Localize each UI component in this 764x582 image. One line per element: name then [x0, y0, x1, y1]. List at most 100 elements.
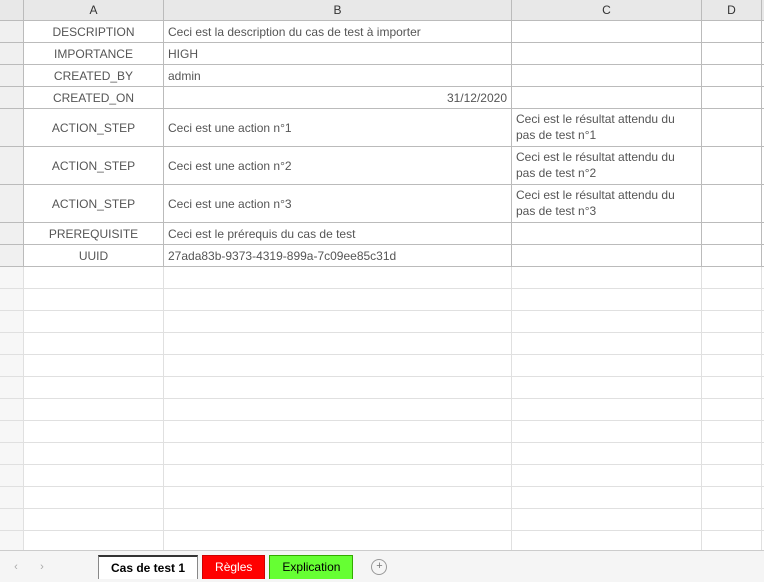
empty-cell[interactable]	[24, 399, 164, 420]
cell-a[interactable]: CREATED_BY	[24, 65, 164, 86]
empty-cell[interactable]	[164, 531, 512, 552]
empty-cell[interactable]	[512, 377, 702, 398]
empty-cell[interactable]	[164, 311, 512, 332]
tab-nav-next-icon[interactable]: ›	[32, 557, 52, 577]
empty-cell[interactable]	[702, 487, 762, 508]
row-header[interactable]	[0, 289, 24, 310]
empty-cell[interactable]	[702, 421, 762, 442]
cell-b[interactable]: Ceci est une action n°3	[164, 185, 512, 222]
sheet-tab[interactable]: Règles	[202, 555, 265, 579]
empty-cell[interactable]	[702, 509, 762, 530]
cell-c[interactable]	[512, 21, 702, 42]
empty-cell[interactable]	[24, 311, 164, 332]
row-header[interactable]	[0, 465, 24, 486]
cell-a[interactable]: ACTION_STEP	[24, 109, 164, 146]
empty-cell[interactable]	[512, 487, 702, 508]
cell-a[interactable]: PREREQUISITE	[24, 223, 164, 244]
empty-cell[interactable]	[164, 267, 512, 288]
cell-d[interactable]	[702, 87, 762, 108]
empty-cell[interactable]	[702, 443, 762, 464]
row-header[interactable]	[0, 267, 24, 288]
cell-c[interactable]	[512, 245, 702, 266]
empty-cell[interactable]	[512, 399, 702, 420]
cell-c[interactable]	[512, 223, 702, 244]
empty-cell[interactable]	[164, 421, 512, 442]
empty-cell[interactable]	[702, 289, 762, 310]
empty-cell[interactable]	[164, 333, 512, 354]
cell-a[interactable]: UUID	[24, 245, 164, 266]
empty-cell[interactable]	[512, 267, 702, 288]
cell-c[interactable]	[512, 65, 702, 86]
row-header[interactable]	[0, 109, 24, 146]
row-header[interactable]	[0, 21, 24, 42]
empty-cell[interactable]	[512, 509, 702, 530]
cell-d[interactable]	[702, 109, 762, 146]
cell-b[interactable]: Ceci est la description du cas de test à…	[164, 21, 512, 42]
cell-a[interactable]: IMPORTANCE	[24, 43, 164, 64]
empty-cell[interactable]	[24, 421, 164, 442]
cell-d[interactable]	[702, 223, 762, 244]
add-sheet-button[interactable]: +	[365, 555, 393, 579]
cell-c[interactable]: Ceci est le résultat attendu du pas de t…	[512, 185, 702, 222]
col-header-c[interactable]: C	[512, 0, 702, 20]
empty-cell[interactable]	[702, 333, 762, 354]
empty-cell[interactable]	[512, 421, 702, 442]
empty-cell[interactable]	[512, 333, 702, 354]
empty-cell[interactable]	[702, 399, 762, 420]
row-header[interactable]	[0, 185, 24, 222]
cell-d[interactable]	[702, 21, 762, 42]
row-header[interactable]	[0, 147, 24, 184]
empty-cell[interactable]	[512, 531, 702, 552]
cell-b[interactable]: admin	[164, 65, 512, 86]
empty-cell[interactable]	[24, 377, 164, 398]
empty-cell[interactable]	[164, 443, 512, 464]
empty-cell[interactable]	[512, 289, 702, 310]
cell-d[interactable]	[702, 245, 762, 266]
empty-cell[interactable]	[24, 355, 164, 376]
empty-cell[interactable]	[702, 531, 762, 552]
row-header[interactable]	[0, 509, 24, 530]
empty-cell[interactable]	[164, 377, 512, 398]
empty-cell[interactable]	[512, 355, 702, 376]
empty-cell[interactable]	[24, 443, 164, 464]
row-header[interactable]	[0, 355, 24, 376]
empty-cell[interactable]	[702, 465, 762, 486]
empty-cell[interactable]	[24, 509, 164, 530]
cell-b[interactable]: 31/12/2020	[164, 87, 512, 108]
empty-cell[interactable]	[24, 487, 164, 508]
sheet-tab[interactable]: Cas de test 1	[98, 555, 198, 579]
empty-cell[interactable]	[24, 289, 164, 310]
row-header[interactable]	[0, 333, 24, 354]
empty-cell[interactable]	[164, 487, 512, 508]
row-header[interactable]	[0, 43, 24, 64]
row-header[interactable]	[0, 223, 24, 244]
empty-cell[interactable]	[702, 311, 762, 332]
tab-nav-prev-icon[interactable]: ‹	[6, 557, 26, 577]
cell-d[interactable]	[702, 185, 762, 222]
cell-b[interactable]: HIGH	[164, 43, 512, 64]
cell-b[interactable]: 27ada83b-9373-4319-899a-7c09ee85c31d	[164, 245, 512, 266]
empty-cell[interactable]	[24, 267, 164, 288]
row-header[interactable]	[0, 87, 24, 108]
row-header[interactable]	[0, 245, 24, 266]
cell-d[interactable]	[702, 65, 762, 86]
cell-b[interactable]: Ceci est une action n°1	[164, 109, 512, 146]
row-header[interactable]	[0, 65, 24, 86]
corner-cell[interactable]	[0, 0, 24, 20]
cell-d[interactable]	[702, 147, 762, 184]
row-header[interactable]	[0, 421, 24, 442]
empty-cell[interactable]	[24, 531, 164, 552]
empty-cell[interactable]	[512, 465, 702, 486]
empty-cell[interactable]	[702, 355, 762, 376]
cell-a[interactable]: DESCRIPTION	[24, 21, 164, 42]
cell-a[interactable]: CREATED_ON	[24, 87, 164, 108]
row-header[interactable]	[0, 311, 24, 332]
cell-d[interactable]	[702, 43, 762, 64]
row-header[interactable]	[0, 443, 24, 464]
empty-cell[interactable]	[164, 399, 512, 420]
cell-c[interactable]	[512, 43, 702, 64]
col-header-a[interactable]: A	[24, 0, 164, 20]
empty-cell[interactable]	[512, 443, 702, 464]
empty-cell[interactable]	[24, 465, 164, 486]
cell-a[interactable]: ACTION_STEP	[24, 185, 164, 222]
